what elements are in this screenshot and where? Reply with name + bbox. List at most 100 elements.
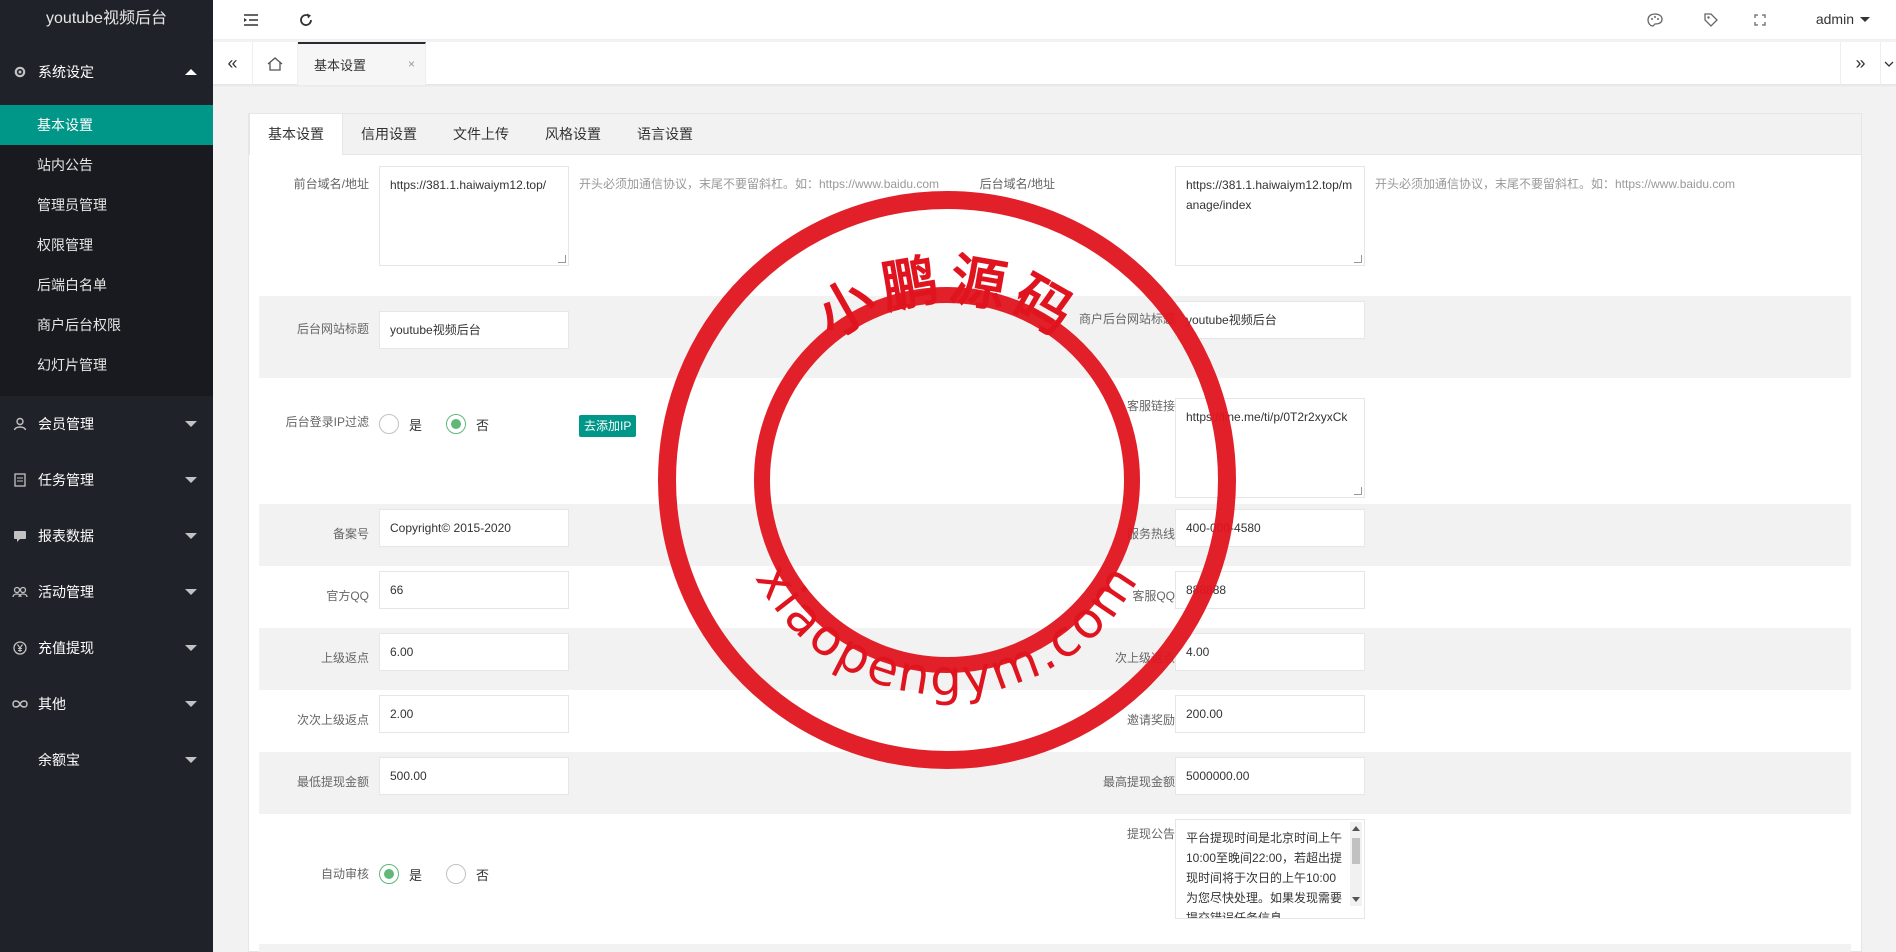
- sub-item-admin[interactable]: 管理员管理: [0, 185, 213, 225]
- resize-grip-icon[interactable]: [558, 255, 566, 263]
- withdraw-notice-value: 平台提现时间是北京时间上午10:00至晚间22:00，若超出提现时间将于次日的上…: [1186, 831, 1343, 919]
- chat-icon: [12, 528, 28, 544]
- settings-card: 基本设置 信用设置 文件上传 风格设置 语言设置 前台域名/地址 https:/…: [248, 113, 1862, 952]
- front-domain-input[interactable]: https://381.1.haiwaiym12.top/: [379, 166, 569, 266]
- upper-rebate-input[interactable]: 6.00: [379, 633, 569, 671]
- tabs-scroll-right-icon[interactable]: »: [1840, 42, 1880, 85]
- page-tabs-bar: « 基本设置 × »: [213, 42, 1896, 85]
- menu-activities[interactable]: 活动管理: [0, 564, 213, 620]
- chevron-down-icon: [185, 421, 197, 427]
- page-tab-basic-settings[interactable]: 基本设置 ×: [298, 42, 426, 85]
- sub-item-whitelist[interactable]: 后端白名单: [0, 265, 213, 305]
- service-link-input[interactable]: https://line.me/ti/p/0T2r2xyxCk: [1175, 398, 1365, 498]
- scroll-thumb[interactable]: [1352, 838, 1360, 864]
- chevron-up-icon: [185, 68, 197, 75]
- sub-item-basic-settings[interactable]: 基本设置: [0, 105, 213, 145]
- field-label: 客服链接: [1126, 399, 1175, 413]
- qq-input[interactable]: 66: [379, 571, 569, 609]
- menu-collapse-icon[interactable]: [241, 10, 261, 30]
- theme-palette-icon[interactable]: [1645, 10, 1665, 30]
- field-label: 后台域名/地址: [979, 177, 1055, 191]
- back-domain-value: https://381.1.haiwaiym12.top/manage/inde…: [1186, 178, 1353, 212]
- sub-item-permission[interactable]: 权限管理: [0, 225, 213, 265]
- home-icon[interactable]: [253, 42, 298, 85]
- menu-recharge-withdraw[interactable]: 充值提现: [0, 620, 213, 676]
- menu-other[interactable]: 其他: [0, 676, 213, 732]
- radio-circle: [379, 414, 399, 434]
- menu-tasks[interactable]: 任务管理: [0, 452, 213, 508]
- menu-label: 系统设定: [38, 63, 94, 80]
- merchant-title-input[interactable]: youtube视频后台: [1175, 301, 1365, 339]
- radio-circle-checked: [446, 414, 466, 434]
- sub-item-slides[interactable]: 幻灯片管理: [0, 345, 213, 385]
- ip-filter-no-radio[interactable]: 否: [446, 414, 489, 434]
- resize-grip-icon[interactable]: [1354, 487, 1362, 495]
- add-ip-button[interactable]: 去添加IP: [579, 415, 637, 437]
- auto-review-no-radio[interactable]: 否: [446, 864, 489, 884]
- field-label: 提现公告: [1126, 827, 1175, 841]
- back-domain-input[interactable]: https://381.1.haiwaiym12.top/manage/inde…: [1175, 166, 1365, 266]
- tab-language[interactable]: 语言设置: [619, 114, 711, 155]
- form-row: 前台域名/地址 https://381.1.haiwaiym12.top/ 开头…: [259, 166, 1851, 278]
- sub-item-notice[interactable]: 站内公告: [0, 145, 213, 185]
- third-rebate-input[interactable]: 2.00: [379, 695, 569, 733]
- field-label: 后台网站标题: [296, 322, 369, 336]
- menu-label: 活动管理: [38, 584, 94, 600]
- close-icon[interactable]: ×: [408, 57, 415, 71]
- form-row: [259, 944, 1851, 952]
- form-row: 后台网站标题 youtube视频后台 商户后台网站标题 youtube视频后台: [259, 296, 1851, 378]
- menu-label: 会员管理: [38, 416, 94, 432]
- chevron-down-icon: [185, 533, 197, 539]
- user-name: admin: [1815, 11, 1854, 27]
- field-label: 邀请奖励: [1126, 713, 1175, 727]
- menu-reports[interactable]: 报表数据: [0, 508, 213, 564]
- field-label: 前台域名/地址: [293, 177, 369, 191]
- withdraw-notice-textarea[interactable]: 平台提现时间是北京时间上午10:00至晚间22:00，若超出提现时间将于次日的上…: [1175, 819, 1365, 919]
- radio-label: 是: [409, 417, 423, 433]
- tab-style[interactable]: 风格设置: [527, 114, 619, 155]
- tabs-scroll-left-icon[interactable]: «: [213, 42, 253, 85]
- radio-label: 否: [476, 867, 490, 883]
- tabs-more-icon[interactable]: [1880, 42, 1896, 85]
- user-menu[interactable]: admin: [1816, 11, 1870, 27]
- tab-basic[interactable]: 基本设置: [249, 114, 343, 155]
- group-icon: [12, 584, 28, 600]
- caret-down-icon: [1860, 16, 1870, 22]
- settings-tabs: 基本设置 信用设置 文件上传 风格设置 语言设置: [249, 114, 1861, 155]
- min-withdraw-input[interactable]: 500.00: [379, 757, 569, 795]
- max-withdraw-input[interactable]: 5000000.00: [1175, 757, 1365, 795]
- sub-item-merchant-permission[interactable]: 商户后台权限: [0, 305, 213, 345]
- textarea-scrollbar[interactable]: [1350, 822, 1362, 906]
- refresh-icon[interactable]: [296, 10, 316, 30]
- form-row: 自动审核 是 否 提现公告 平台提现时间是北京时间上午10:00至晚间22:00…: [259, 814, 1851, 936]
- auto-review-yes-radio[interactable]: 是: [379, 864, 422, 884]
- front-domain-value: https://381.1.haiwaiym12.top/: [390, 178, 547, 192]
- form-row: 备案号 Copyright© 2015-2020 服务热线 400-000-45…: [259, 504, 1851, 566]
- tag-icon[interactable]: [1701, 10, 1721, 30]
- app-logo[interactable]: youtube视频后台: [0, 0, 213, 38]
- menu-label: 其他: [38, 696, 66, 712]
- invite-reward-input[interactable]: 200.00: [1175, 695, 1365, 733]
- form-row: 后台登录IP过滤 是 否 去添加IP 客服链接 https://line.me/…: [259, 378, 1851, 500]
- form-row: 上级返点 6.00 次上级返点 4.00: [259, 628, 1851, 690]
- radio-circle-checked: [379, 864, 399, 884]
- second-rebate-input[interactable]: 4.00: [1175, 633, 1365, 671]
- scroll-down-icon[interactable]: [1352, 897, 1360, 902]
- ip-filter-yes-radio[interactable]: 是: [379, 414, 422, 434]
- page-tab-label: 基本设置: [314, 58, 367, 73]
- service-qq-input[interactable]: 888888: [1175, 571, 1365, 609]
- sidebar: youtube视频后台 系统设定 基本设置 站内公告 管理员管理 权限管理 后端…: [0, 0, 213, 952]
- scroll-up-icon[interactable]: [1352, 826, 1360, 831]
- admin-title-input[interactable]: youtube视频后台: [379, 311, 569, 349]
- field-label: 次次上级返点: [296, 713, 369, 727]
- icp-input[interactable]: Copyright© 2015-2020: [379, 509, 569, 547]
- form-row: 次次上级返点 2.00 邀请奖励 200.00: [259, 690, 1851, 752]
- hotline-input[interactable]: 400-000-4580: [1175, 509, 1365, 547]
- menu-balance[interactable]: 余额宝: [0, 732, 213, 788]
- resize-grip-icon[interactable]: [1354, 255, 1362, 263]
- tab-upload[interactable]: 文件上传: [435, 114, 527, 155]
- menu-system-settings[interactable]: 系统设定: [0, 38, 213, 105]
- tab-credit[interactable]: 信用设置: [343, 114, 435, 155]
- fullscreen-icon[interactable]: [1750, 10, 1770, 30]
- menu-members[interactable]: 会员管理: [0, 396, 213, 452]
